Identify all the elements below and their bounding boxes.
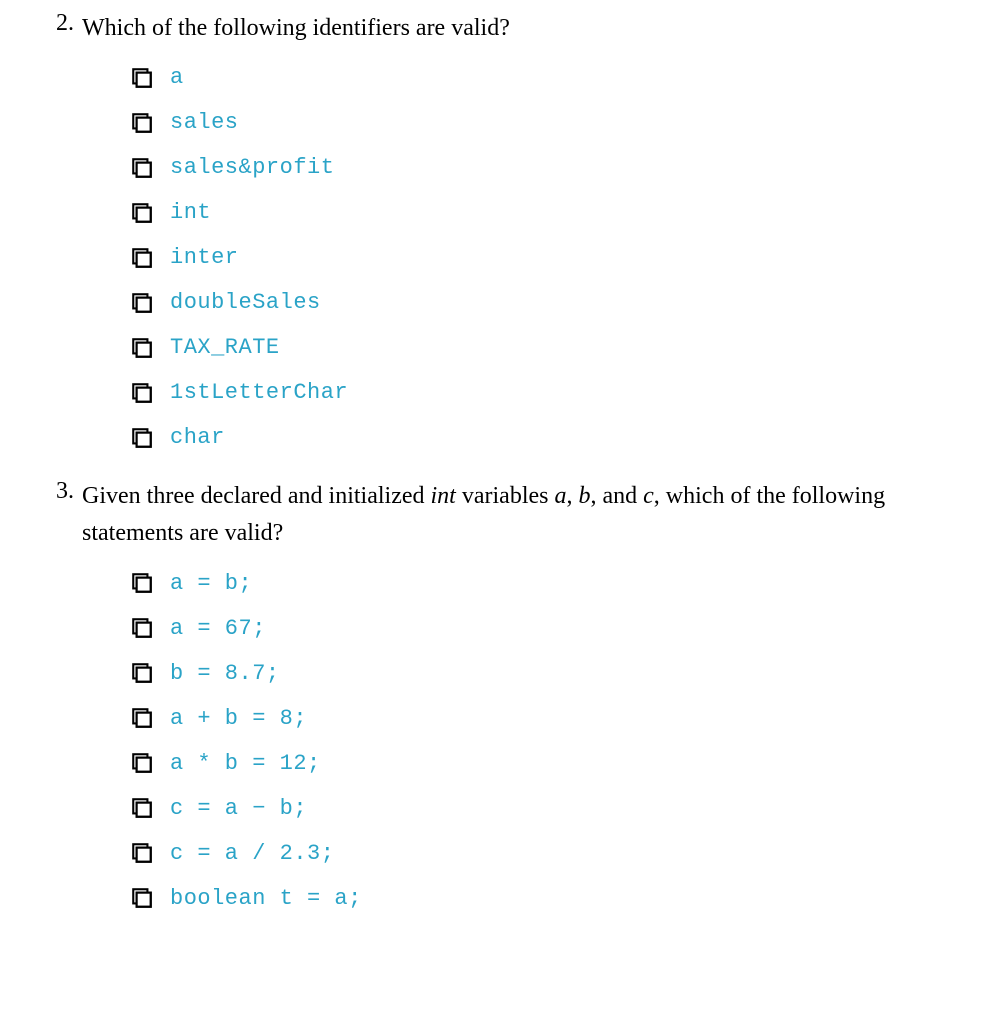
checkbox-empty-icon (132, 113, 152, 133)
option-text: a + b = 8; (170, 706, 307, 731)
option-row[interactable]: a + b = 8; (132, 706, 962, 731)
option-row[interactable]: int (132, 200, 962, 225)
checkbox-empty-icon (132, 68, 152, 88)
option-row[interactable]: 1stLetterChar (132, 380, 962, 405)
option-text: c = a / 2.3; (170, 841, 334, 866)
option-text: doubleSales (170, 290, 321, 315)
option-row[interactable]: doubleSales (132, 290, 962, 315)
question: 3. Given three declared and initialized i… (40, 478, 962, 910)
option-text: int (170, 200, 211, 225)
option-text: TAX_RATE (170, 335, 280, 360)
option-text: sales (170, 110, 239, 135)
option-row[interactable]: a * b = 12; (132, 751, 962, 776)
question-number: 2. (40, 10, 74, 37)
option-text: 1stLetterChar (170, 380, 348, 405)
option-row[interactable]: sales&profit (132, 155, 962, 180)
option-row[interactable]: TAX_RATE (132, 335, 962, 360)
option-row[interactable]: sales (132, 110, 962, 135)
question-text: 3. Given three declared and initialized i… (40, 478, 962, 552)
option-text: char (170, 425, 225, 450)
checkbox-empty-icon (132, 663, 152, 683)
options-list: a sales sales&profit int inter doubleSales TAX… (132, 65, 962, 450)
option-row[interactable]: a = 67; (132, 616, 962, 641)
checkbox-empty-icon (132, 248, 152, 268)
option-text: boolean t = a; (170, 886, 362, 911)
checkbox-empty-icon (132, 428, 152, 448)
option-row[interactable]: a (132, 65, 962, 90)
checkbox-empty-icon (132, 338, 152, 358)
option-text: a * b = 12; (170, 751, 321, 776)
question-prompt: Given three declared and initialized int… (82, 478, 962, 552)
option-row[interactable]: boolean t = a; (132, 886, 962, 911)
question-prompt: Which of the following identifiers are v… (82, 10, 510, 47)
option-text: a = b; (170, 571, 252, 596)
checkbox-empty-icon (132, 888, 152, 908)
checkbox-empty-icon (132, 203, 152, 223)
checkbox-empty-icon (132, 293, 152, 313)
option-text: a = 67; (170, 616, 266, 641)
option-text: sales&profit (170, 155, 334, 180)
checkbox-empty-icon (132, 753, 152, 773)
option-text: a (170, 65, 184, 90)
option-text: b = 8.7; (170, 661, 280, 686)
option-row[interactable]: c = a − b; (132, 796, 962, 821)
checkbox-empty-icon (132, 798, 152, 818)
option-text: c = a − b; (170, 796, 307, 821)
option-row[interactable]: inter (132, 245, 962, 270)
question-text: 2. Which of the following identifiers are… (40, 10, 962, 47)
options-list: a = b; a = 67; b = 8.7; a + b = 8; a * b = 1… (132, 571, 962, 911)
checkbox-empty-icon (132, 383, 152, 403)
option-row[interactable]: a = b; (132, 571, 962, 596)
checkbox-empty-icon (132, 618, 152, 638)
checkbox-empty-icon (132, 843, 152, 863)
checkbox-empty-icon (132, 158, 152, 178)
question: 2. Which of the following identifiers are… (40, 10, 962, 450)
option-row[interactable]: c = a / 2.3; (132, 841, 962, 866)
option-row[interactable]: b = 8.7; (132, 661, 962, 686)
checkbox-empty-icon (132, 573, 152, 593)
option-text: inter (170, 245, 239, 270)
checkbox-empty-icon (132, 708, 152, 728)
option-row[interactable]: char (132, 425, 962, 450)
question-number: 3. (40, 478, 74, 505)
